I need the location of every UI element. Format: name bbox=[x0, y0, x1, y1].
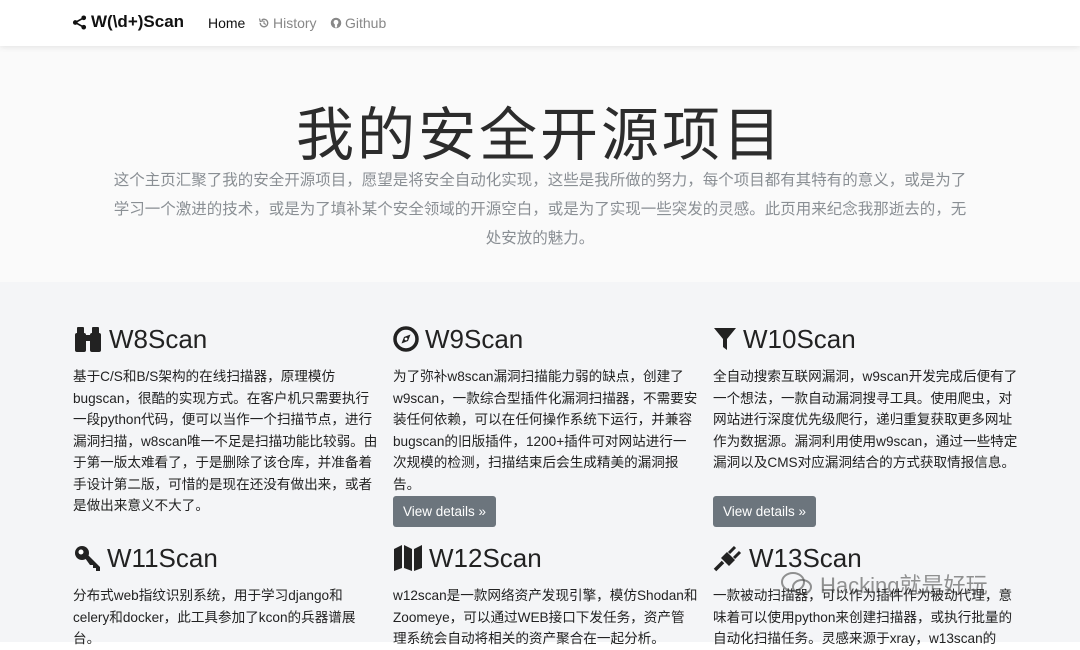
plug-icon bbox=[713, 545, 742, 572]
project-description: 全自动搜索互联网漏洞，w9scan开发完成后便有了一个想法，一款自动漏洞搜寻工具… bbox=[713, 369, 1018, 470]
key-icon bbox=[75, 546, 100, 571]
project-card-w8scan: W8Scan 基于C/S和B/S架构的在线扫描器，原理模仿bugscan，很酷的… bbox=[73, 324, 378, 517]
project-title: W8Scan bbox=[109, 323, 208, 354]
nav-github-label: Github bbox=[345, 15, 387, 31]
view-details-button-w10scan[interactable]: View details » bbox=[713, 496, 817, 527]
project-title: W11Scan bbox=[107, 542, 218, 573]
github-icon bbox=[330, 17, 342, 29]
filter-icon bbox=[714, 328, 736, 350]
project-description: 分布式web指纹识别系统，用于学习django和celery和docker，此工… bbox=[73, 588, 356, 646]
compass-icon bbox=[393, 326, 419, 352]
hero-lead-text: 这个主页汇聚了我的安全开源项目，愿望是将安全自动化实现，这些是我所做的努力，每个… bbox=[113, 172, 967, 247]
project-title: W12Scan bbox=[429, 542, 542, 573]
project-title: W10Scan bbox=[743, 323, 856, 354]
top-navbar: W(\d+)Scan Home History Github bbox=[0, 0, 1080, 46]
project-card-w10scan: W10Scan 全自动搜索互联网漏洞，w9scan开发完成后便有了一个想法，一款… bbox=[713, 324, 1018, 474]
brand-link[interactable]: W(\d+)Scan bbox=[72, 12, 184, 32]
project-description: w12scan是一款网络资产发现引擎，模仿Shodan和Zoomeye，可以通过… bbox=[393, 588, 698, 646]
brand-text: W(\d+)Scan bbox=[91, 12, 185, 31]
nav-history-label: History bbox=[273, 15, 317, 31]
watermark-text: Hacking就是好玩 bbox=[820, 573, 988, 598]
wechat-icon bbox=[781, 572, 812, 595]
project-description: 基于C/S和B/S架构的在线扫描器，原理模仿bugscan，很酷的实现方式。在客… bbox=[73, 369, 378, 513]
binoculars-icon bbox=[75, 327, 101, 352]
project-card-w11scan: W11Scan 分布式web指纹识别系统，用于学习django和celery和d… bbox=[73, 543, 378, 650]
page-title: 我的安全开源项目 bbox=[295, 103, 784, 168]
nav-home-label: Home bbox=[208, 15, 246, 31]
nav-home[interactable]: Home bbox=[208, 15, 245, 31]
map-icon bbox=[394, 545, 422, 571]
nav-history[interactable]: History bbox=[258, 15, 317, 31]
share-icon bbox=[72, 14, 87, 30]
view-details-button-w9scan[interactable]: View details » bbox=[393, 496, 497, 527]
wechat-watermark: Hacking就是好玩 bbox=[780, 568, 987, 600]
hero-jumbotron: 我的安全开源项目 这个主页汇聚了我的安全开源项目，愿望是将安全自动化实现，这些是… bbox=[0, 46, 1080, 282]
nav-github[interactable]: Github bbox=[330, 15, 386, 31]
project-card-w12scan: W12Scan w12scan是一款网络资产发现引擎，模仿Shodan和Zoom… bbox=[393, 543, 698, 650]
history-icon bbox=[258, 18, 269, 28]
project-title: W9Scan bbox=[425, 323, 524, 354]
project-description: 为了弥补w8scan漏洞扫描能力弱的缺点，创建了w9scan，一款综合型插件化漏… bbox=[393, 369, 698, 492]
project-card-w9scan: W9Scan 为了弥补w8scan漏洞扫描能力弱的缺点，创建了w9scan，一款… bbox=[393, 324, 698, 495]
